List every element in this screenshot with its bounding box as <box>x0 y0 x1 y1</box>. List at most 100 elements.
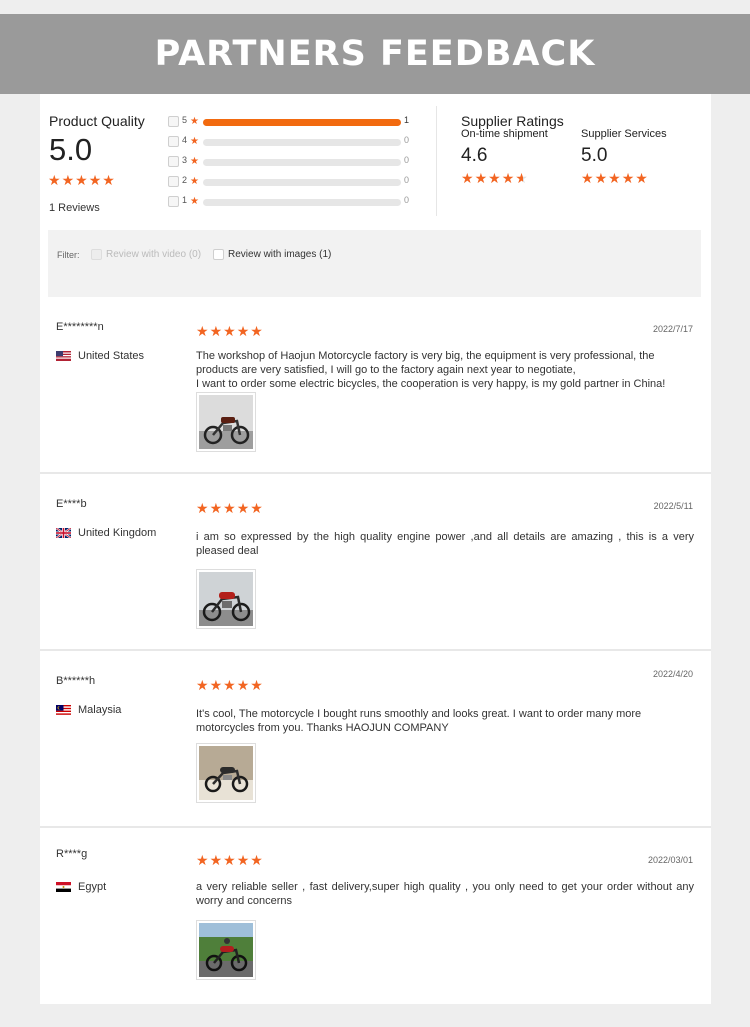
star-icon: ★ <box>223 500 236 516</box>
review-photo-thumbnail[interactable] <box>196 743 256 803</box>
filter-video-label: Review with video (0) <box>106 249 202 260</box>
supplier-services-label: Supplier Services <box>581 128 667 140</box>
motorcycle-photo <box>199 746 253 800</box>
star-icon: ★ <box>61 172 75 188</box>
rating-row-4[interactable]: 4 ★ 0 <box>168 135 418 149</box>
star-icon: ★ <box>209 677 223 693</box>
star-icon: ★ <box>474 170 488 186</box>
rating-1-checkbox[interactable] <box>168 196 179 207</box>
star-icon: ★ <box>190 156 199 167</box>
reviewer-country: United Kingdom <box>55 527 157 539</box>
star-icon: ★ <box>594 170 608 186</box>
malaysia-flag-icon <box>56 705 71 715</box>
filter-video-option[interactable]: Review with video (0) <box>91 249 201 260</box>
motorcycle-photo <box>199 572 253 626</box>
star-icon: ★ <box>501 170 515 186</box>
star-icon: ★ <box>196 852 209 868</box>
review-text: The workshop of Haojun Motorcycle factor… <box>196 350 666 390</box>
motorcycle-photo <box>199 923 253 977</box>
reviewer-name: E********n <box>56 321 104 333</box>
reviews-count: 1 Reviews <box>49 202 100 214</box>
star-icon: ★ <box>196 677 209 693</box>
star-icon: ★ <box>250 500 263 516</box>
rating-row-2[interactable]: 2 ★ 0 <box>168 175 418 189</box>
star-icon: ★ <box>223 677 236 693</box>
rating-row-3[interactable]: 3 ★ 0 <box>168 155 418 169</box>
star-icon: ★ <box>236 852 250 868</box>
rating-4-checkbox[interactable] <box>168 136 179 147</box>
star-icon: ★ <box>488 170 501 186</box>
uk-flag-icon <box>55 527 72 539</box>
country-name: Egypt <box>78 881 107 893</box>
star-icon: ★ <box>250 677 263 693</box>
review-photo-thumbnail[interactable] <box>196 569 256 629</box>
review-date: 2022/4/20 <box>652 669 693 679</box>
rating-3-checkbox[interactable] <box>168 156 179 167</box>
rating-row-5[interactable]: 5 ★ 1 <box>168 115 418 129</box>
supplier-services-stars: ★ ★ ★ ★ ★ <box>581 171 667 185</box>
star-icon: ★ <box>209 500 223 516</box>
review-photo-thumbnail[interactable] <box>196 920 256 980</box>
review-item: B******h Malaysia ★ ★ ★ ★ ★ 2022/4/20 It's c <box>40 651 711 828</box>
rating-bar-fill <box>203 119 401 126</box>
star-icon: ★ <box>236 323 250 339</box>
product-quality-title: Product Quality <box>49 113 145 129</box>
review-date: 2022/7/17 <box>652 324 693 334</box>
star-icon: ★ <box>209 852 223 868</box>
review-date: 2022/03/01 <box>647 855 693 865</box>
rating-summary: Product Quality 5.0 ★ ★ ★ ★ ★ 1 Reviews … <box>40 94 711 224</box>
star-icon: ★ <box>190 176 199 187</box>
reviewer-name: B******h <box>56 675 96 687</box>
ontime-shipment-score: 4.6 <box>461 145 488 166</box>
rating-row-count: 0 <box>404 175 410 185</box>
review-stars: ★ ★ ★ ★ ★ <box>196 324 263 338</box>
country-name: United Kingdom <box>78 527 157 539</box>
filter-images-label: Review with images (1) <box>228 249 332 260</box>
star-icon: ★ <box>236 677 250 693</box>
star-icon: ★ <box>223 852 236 868</box>
review-text: i am so expressed by the high quality en… <box>196 531 694 557</box>
star-icon: ★ <box>236 500 250 516</box>
product-quality-score: 5.0 <box>49 132 93 167</box>
star-icon: ★ <box>196 500 209 516</box>
rating-bar-track <box>203 199 401 206</box>
reviewer-country: Egypt <box>56 881 106 893</box>
star-icon: ★ <box>461 170 474 186</box>
filter-video-checkbox[interactable] <box>91 249 102 260</box>
supplier-services-rating: Supplier Services 5.0 ★ ★ ★ ★ ★ <box>581 128 667 185</box>
reviewer-name: R****g <box>56 848 88 860</box>
filter-images-option[interactable]: Review with images (1) <box>213 249 331 260</box>
review-photo-thumbnail[interactable] <box>196 392 256 452</box>
filter-images-checkbox[interactable] <box>213 249 224 260</box>
rating-row-count: 1 <box>404 115 410 125</box>
star-icon: ★ <box>209 323 223 339</box>
star-icon: ★ <box>48 172 61 188</box>
reviewer-country: Malaysia <box>56 704 121 716</box>
rating-row-label: 3 <box>182 155 188 165</box>
star-icon: ★ <box>190 136 199 147</box>
rating-row-label: 5 <box>182 115 188 125</box>
rating-row-label: 1 <box>182 195 188 205</box>
star-icon: ★ <box>196 323 209 339</box>
star-icon: ★ <box>75 172 88 188</box>
us-flag-icon <box>56 351 71 361</box>
country-name: Malaysia <box>78 704 122 716</box>
rating-5-checkbox[interactable] <box>168 116 179 127</box>
supplier-ratings-title: Supplier Ratings <box>461 113 564 129</box>
banner-title: PARTNERS FEEDBACK <box>154 34 596 74</box>
review-date: 2022/5/11 <box>653 501 693 511</box>
reviewer-name: E****b <box>56 498 87 510</box>
star-icon: ★ <box>250 323 263 339</box>
star-icon: ★ <box>102 172 115 188</box>
rating-2-checkbox[interactable] <box>168 176 179 187</box>
review-stars: ★ ★ ★ ★ ★ <box>196 678 263 692</box>
motorcycle-photo <box>199 395 253 449</box>
reviewer-country: United States <box>56 350 144 362</box>
review-stars: ★ ★ ★ ★ ★ <box>196 853 263 867</box>
rating-bar-track <box>203 179 401 186</box>
rating-row-1[interactable]: 1 ★ 0 <box>168 195 418 209</box>
rating-bar-track <box>203 119 401 126</box>
egypt-flag-icon <box>56 882 71 892</box>
star-icon: ★ <box>88 172 102 188</box>
rating-row-label: 4 <box>182 135 188 145</box>
